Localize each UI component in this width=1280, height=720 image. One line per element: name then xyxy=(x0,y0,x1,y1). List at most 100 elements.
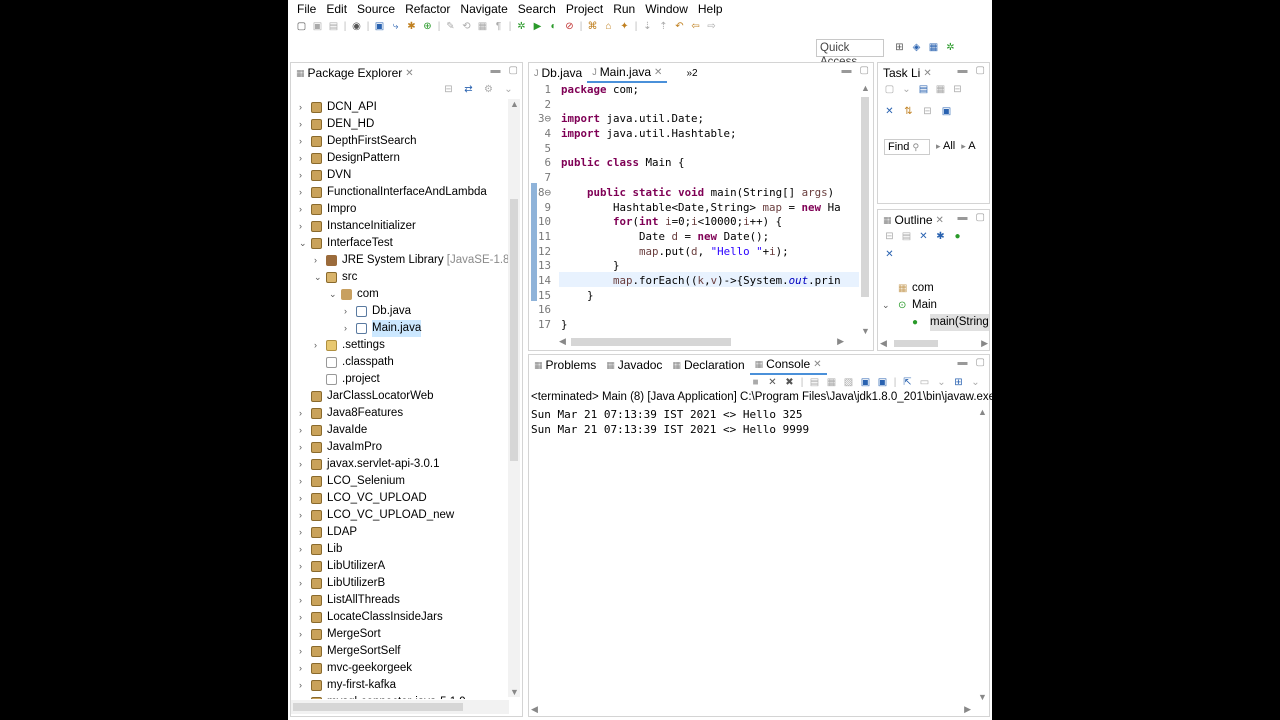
new-icon[interactable]: ▢ xyxy=(294,20,309,34)
chevron-icon[interactable]: › xyxy=(299,167,302,184)
tab-db-java[interactable]: J Db.java xyxy=(529,63,587,83)
horizontal-scrollbar[interactable]: ◀ ▶ xyxy=(880,338,988,348)
scheduled-icon[interactable]: ▦ xyxy=(933,83,948,97)
scroll-right-icon[interactable]: ▶ xyxy=(981,338,988,349)
chevron-down-icon[interactable]: ⌄ xyxy=(899,83,914,97)
block-select-icon[interactable]: ▦ xyxy=(475,20,490,34)
menu-source[interactable]: Source xyxy=(352,0,400,18)
last-edit-icon[interactable]: ↶ xyxy=(672,20,687,34)
terminate-icon[interactable]: ■ xyxy=(748,376,763,390)
outline-item[interactable]: ▦ com xyxy=(878,280,989,297)
menu-file[interactable]: File xyxy=(292,0,321,18)
remove-launch-icon[interactable]: ✕ xyxy=(765,376,780,390)
menu-search[interactable]: Search xyxy=(513,0,561,18)
debug-icon[interactable]: ✲ xyxy=(514,20,529,34)
tree-item[interactable]: › DVN xyxy=(291,167,509,184)
tree-item[interactable]: › MergeSortSelf xyxy=(291,643,509,660)
tab-overflow[interactable]: »2 xyxy=(681,63,702,83)
chevron-down-icon[interactable]: ⌄ xyxy=(934,376,949,390)
pin-console-icon[interactable]: ⇱ xyxy=(900,376,915,390)
tree-item[interactable]: › LocateClassInsideJars xyxy=(291,609,509,626)
chevron-icon[interactable]: › xyxy=(299,456,302,473)
chevron-icon[interactable]: ⌄ xyxy=(314,269,322,286)
tab-declaration[interactable]: ▦ Declaration xyxy=(667,355,749,375)
maximize-icon[interactable]: ▢ xyxy=(976,212,985,223)
chevron-icon[interactable]: › xyxy=(299,201,302,218)
chevron-icon[interactable]: ⌄ xyxy=(329,286,337,303)
new-java-project-icon[interactable]: ✱ xyxy=(404,20,419,34)
horizontal-scrollbar[interactable]: ◀ ▶ xyxy=(559,336,844,348)
tree-item[interactable]: › mvc-geekorgeek xyxy=(291,660,509,677)
code-area[interactable]: 1 package com; 2 3⊖ import java.util.Date; 4 i… xyxy=(529,83,859,336)
chevron-icon[interactable]: › xyxy=(344,303,347,320)
skip-breakpoints-icon[interactable]: ⤷ xyxy=(388,20,403,34)
collapse-icon[interactable]: ⊟ xyxy=(920,105,935,119)
minimize-icon[interactable]: ▬ xyxy=(842,65,852,76)
tree-item[interactable]: › Impro xyxy=(291,201,509,218)
scroll-left-icon[interactable]: ◀ xyxy=(559,336,566,347)
clear-console-icon[interactable]: ▧ xyxy=(841,376,856,390)
search-icon[interactable]: ✦ xyxy=(617,20,632,34)
chevron-icon[interactable]: › xyxy=(299,643,302,660)
tree-item[interactable]: › LDAP xyxy=(291,524,509,541)
minimize-icon[interactable]: ▬ xyxy=(958,357,968,368)
tree-item[interactable]: › DCN_API xyxy=(291,99,509,116)
scroll-up-icon[interactable]: ▲ xyxy=(978,407,987,417)
chevron-icon[interactable]: › xyxy=(314,252,317,269)
scrollbar-thumb[interactable] xyxy=(571,338,731,346)
tree-item[interactable]: .classpath xyxy=(291,354,509,371)
java-perspective-icon[interactable]: ▦ xyxy=(926,41,941,55)
console-output[interactable]: Sun Mar 21 07:13:39 IST 2021 <> Hello 32… xyxy=(531,407,809,437)
maximize-icon[interactable]: ▢ xyxy=(976,357,985,368)
horizontal-scrollbar[interactable]: ◀ ▶ xyxy=(531,704,971,714)
word-wrap-icon[interactable]: ▦ xyxy=(824,376,839,390)
menu-window[interactable]: Window xyxy=(640,0,693,18)
tree-item[interactable]: › JavaImPro xyxy=(291,439,509,456)
chevron-icon[interactable]: › xyxy=(299,99,302,116)
outline-item[interactable]: ⌄ ⊙ Main xyxy=(878,297,989,314)
previous-annotation-icon[interactable]: ⇡ xyxy=(656,20,671,34)
scroll-up-icon[interactable]: ▲ xyxy=(861,83,870,93)
open-console-icon[interactable]: ⊞ xyxy=(951,376,966,390)
quick-access-field[interactable]: Quick Access xyxy=(816,39,884,68)
debug-perspective-icon[interactable]: ✲ xyxy=(943,41,958,55)
new-package-icon[interactable]: ⊕ xyxy=(420,20,435,34)
scroll-lock-icon[interactable]: ▤ xyxy=(807,376,822,390)
tree-item[interactable]: › Main.java xyxy=(291,320,509,337)
forward-icon[interactable]: ⇨ xyxy=(704,20,719,34)
display-console-icon[interactable]: ▭ xyxy=(917,376,932,390)
tree-item[interactable]: › LCO_VC_UPLOAD xyxy=(291,490,509,507)
chevron-icon[interactable]: › xyxy=(299,405,302,422)
tab-task-list[interactable]: Task Li ✕ xyxy=(878,63,937,83)
view-menu-icon[interactable]: ⚙ xyxy=(481,83,496,97)
tree-item[interactable]: › LCO_Selenium xyxy=(291,473,509,490)
tree-item[interactable]: › JavaIde xyxy=(291,422,509,439)
scroll-down-icon[interactable]: ▼ xyxy=(510,687,519,697)
chevron-icon[interactable]: › xyxy=(299,439,302,456)
maximize-icon[interactable]: ▢ xyxy=(976,65,985,76)
tree-item[interactable]: › DepthFirstSearch xyxy=(291,133,509,150)
outline-item[interactable]: ● main(String xyxy=(878,314,989,331)
chevron-icon[interactable]: › xyxy=(299,524,302,541)
link-with-editor-icon[interactable]: ⇄ xyxy=(461,83,476,97)
menu-project[interactable]: Project xyxy=(561,0,608,18)
tree-item[interactable]: › InstanceInitializer xyxy=(291,218,509,235)
new-task-icon[interactable]: ▢ xyxy=(882,83,897,97)
tab-problems[interactable]: ▦ Problems xyxy=(529,355,601,375)
hide-icon[interactable]: ▣ xyxy=(939,105,954,119)
chevron-icon[interactable]: › xyxy=(299,116,302,133)
collapse-all-icon[interactable]: ⊟ xyxy=(441,83,456,97)
minimize-icon[interactable]: ▬ xyxy=(491,65,501,76)
pin-icon[interactable]: ✎ xyxy=(443,20,458,34)
minimize-icon[interactable]: ▬ xyxy=(958,65,968,76)
chevron-icon[interactable]: › xyxy=(314,337,317,354)
scroll-up-icon[interactable]: ▲ xyxy=(510,99,519,109)
scroll-left-icon[interactable]: ◀ xyxy=(531,704,538,715)
tree-item[interactable]: › FunctionalInterfaceAndLambda xyxy=(291,184,509,201)
chevron-down-icon[interactable]: ⌄ xyxy=(501,83,516,97)
menu-refactor[interactable]: Refactor xyxy=(400,0,455,18)
hide-fields-icon[interactable]: ✕ xyxy=(916,230,931,244)
tree-item[interactable]: › LibUtilizerA xyxy=(291,558,509,575)
hide-local-types-icon[interactable]: ✕ xyxy=(882,248,897,262)
synchronize-icon[interactable]: ⇅ xyxy=(901,105,916,119)
